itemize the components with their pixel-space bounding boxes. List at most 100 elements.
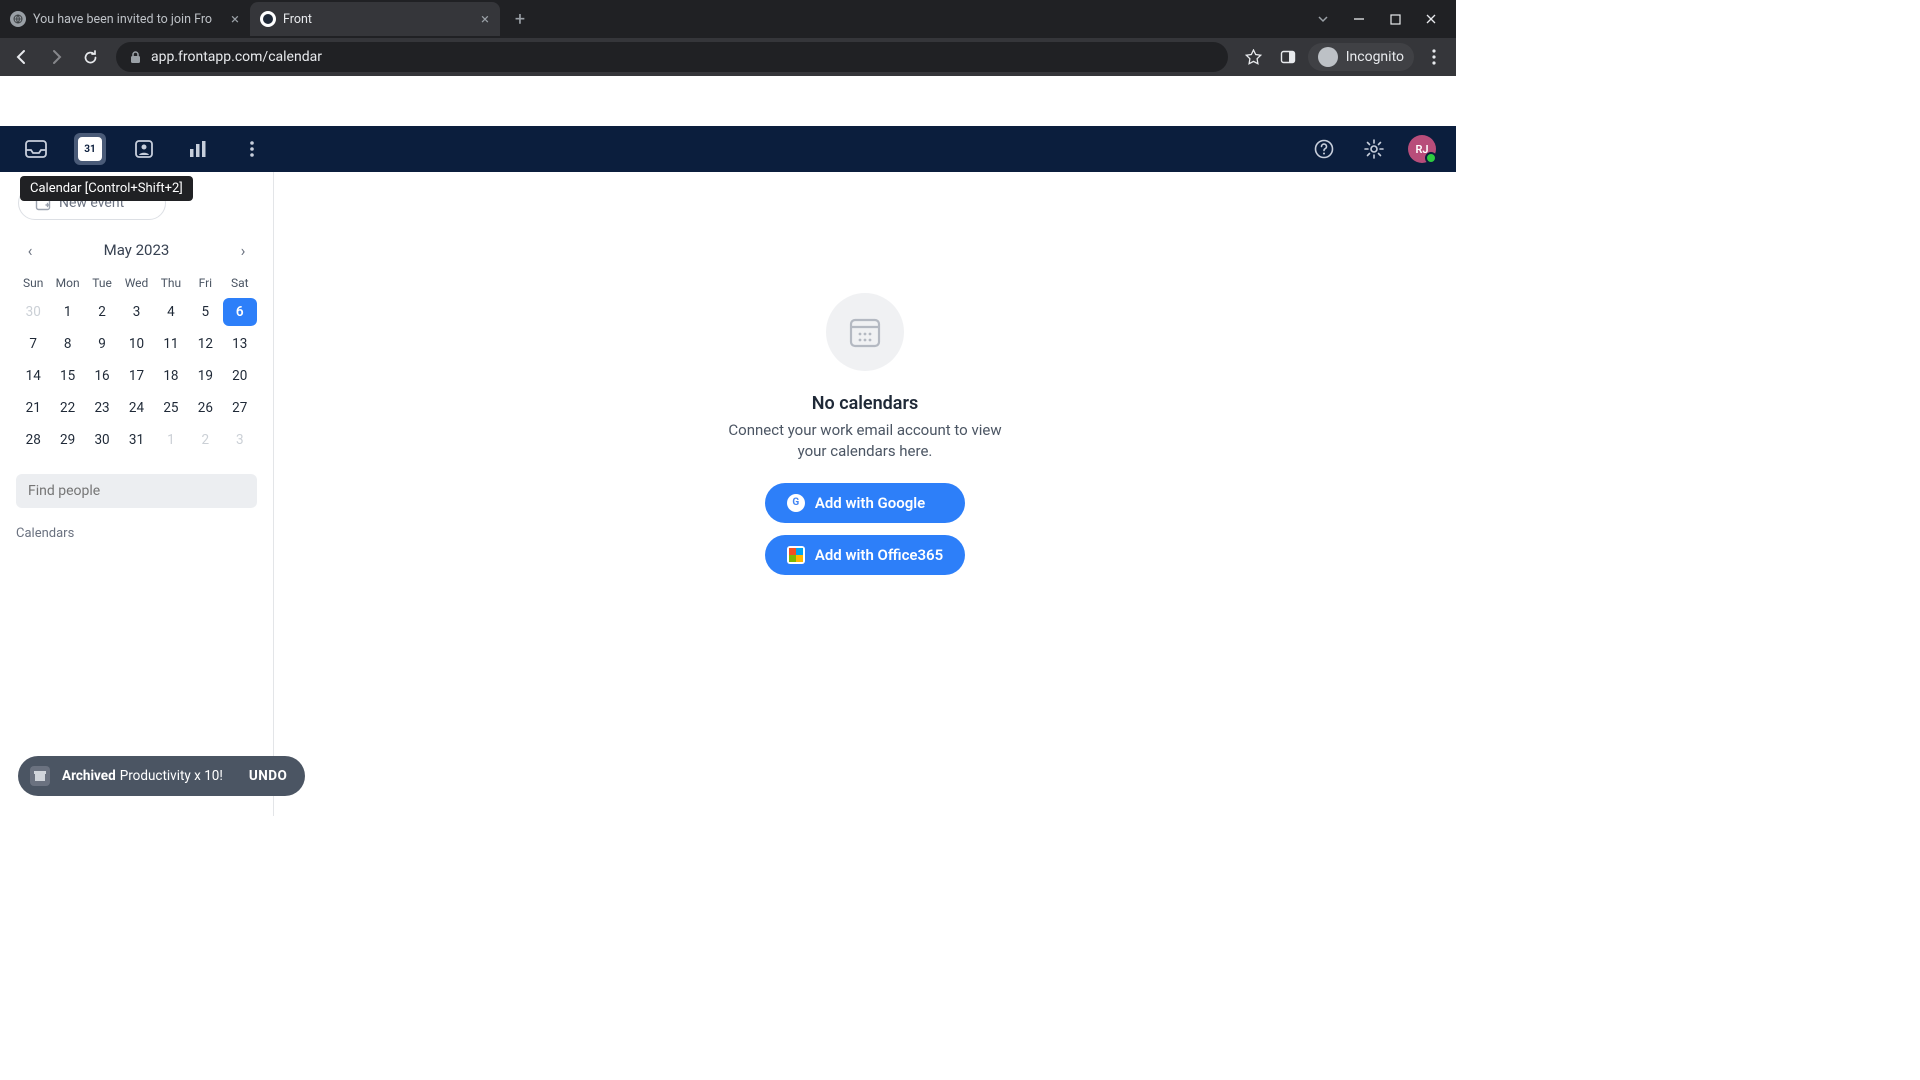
maximize-icon[interactable] — [1388, 12, 1402, 26]
help-icon[interactable] — [1308, 133, 1340, 165]
office365-icon — [787, 546, 805, 564]
month-label: May 2023 — [104, 241, 170, 259]
calendar-day[interactable]: 2 — [85, 298, 119, 326]
incognito-icon — [1318, 47, 1338, 67]
calendar-day[interactable]: 3 — [119, 298, 153, 326]
calendar-day[interactable]: 28 — [16, 426, 50, 454]
calendar-day[interactable]: 1 — [50, 298, 84, 326]
calendar-day[interactable]: 12 — [188, 330, 222, 358]
calendar-day-badge: 31 — [78, 137, 102, 161]
new-tab-button[interactable]: + — [506, 5, 534, 33]
empty-title: No calendars — [812, 393, 918, 414]
calendar-empty-icon — [826, 293, 904, 371]
calendar-nav-icon[interactable]: 31 — [74, 133, 106, 165]
calendar-day[interactable]: 7 — [16, 330, 50, 358]
globe-icon — [10, 11, 26, 27]
front-favicon-icon — [260, 11, 276, 27]
address-bar[interactable]: app.frontapp.com/calendar — [116, 42, 1228, 72]
add-google-button[interactable]: G Add with Google — [765, 483, 965, 523]
calendar-day[interactable]: 19 — [188, 362, 222, 390]
calendar-day[interactable]: 9 — [85, 330, 119, 358]
calendar-day[interactable]: 23 — [85, 394, 119, 422]
calendars-section-label: Calendars — [16, 526, 257, 541]
close-icon[interactable]: × — [230, 14, 240, 24]
calendar-day[interactable]: 17 — [119, 362, 153, 390]
incognito-label: Incognito — [1346, 49, 1404, 65]
calendar-day[interactable]: 24 — [119, 394, 153, 422]
browser-tab[interactable]: Front × — [250, 2, 500, 36]
avatar[interactable]: RJ — [1408, 135, 1436, 163]
add-office365-button[interactable]: Add with Office365 — [765, 535, 965, 575]
calendar-day[interactable]: 2 — [188, 426, 222, 454]
reload-button[interactable] — [76, 43, 104, 71]
browser-tab-strip: You have been invited to join Fro × Fron… — [0, 0, 1456, 38]
toast-message: ArchivedProductivity x 10! — [62, 768, 223, 784]
undo-button[interactable]: UNDO — [249, 768, 288, 784]
calendar-day[interactable]: 4 — [154, 298, 188, 326]
add-office365-label: Add with Office365 — [815, 546, 943, 564]
prev-month-button[interactable]: ‹ — [20, 240, 40, 260]
workspace: New event ‹ May 2023 › SunMonTueWedThuFr… — [0, 172, 1456, 816]
gear-icon[interactable] — [1358, 133, 1390, 165]
dow-label: Wed — [119, 272, 153, 294]
calendar-day[interactable]: 30 — [85, 426, 119, 454]
calendar-day[interactable]: 30 — [16, 298, 50, 326]
lock-icon — [130, 51, 141, 64]
dow-label: Fri — [188, 272, 222, 294]
dow-label: Mon — [50, 272, 84, 294]
calendar-day[interactable]: 18 — [154, 362, 188, 390]
back-button[interactable] — [8, 43, 36, 71]
kebab-menu-icon[interactable] — [1420, 43, 1448, 71]
bookmark-icon[interactable] — [1240, 43, 1268, 71]
calendar-day[interactable]: 6 — [223, 298, 257, 326]
calendar-day[interactable]: 15 — [50, 362, 84, 390]
find-people-input[interactable] — [16, 474, 257, 508]
window-controls — [1316, 12, 1456, 26]
calendar-day[interactable]: 16 — [85, 362, 119, 390]
calendar-day[interactable]: 3 — [223, 426, 257, 454]
tab-title: Front — [283, 12, 473, 27]
calendar-day[interactable]: 27 — [223, 394, 257, 422]
calendar-day[interactable]: 21 — [16, 394, 50, 422]
tooltip: Calendar [Control+Shift+2] — [20, 176, 193, 201]
calendar-day[interactable]: 20 — [223, 362, 257, 390]
content-gap — [0, 76, 1456, 126]
incognito-indicator[interactable]: Incognito — [1308, 43, 1414, 71]
calendar-day[interactable]: 11 — [154, 330, 188, 358]
add-google-label: Add with Google — [815, 494, 925, 512]
dow-label: Sat — [223, 272, 257, 294]
calendar-day[interactable]: 22 — [50, 394, 84, 422]
calendar-day[interactable]: 13 — [223, 330, 257, 358]
chevron-down-icon[interactable] — [1316, 12, 1330, 26]
inbox-nav-icon[interactable] — [20, 133, 52, 165]
dow-label: Thu — [154, 272, 188, 294]
calendar-day[interactable]: 26 — [188, 394, 222, 422]
panel-icon[interactable] — [1274, 43, 1302, 71]
tab-title: You have been invited to join Fro — [33, 12, 223, 27]
app-topbar: 31 RJ — [0, 126, 1456, 172]
mini-calendar: ‹ May 2023 › SunMonTueWedThuFriSat301234… — [16, 240, 257, 454]
analytics-nav-icon[interactable] — [182, 133, 214, 165]
sidebar: New event ‹ May 2023 › SunMonTueWedThuFr… — [0, 172, 274, 816]
calendar-day[interactable]: 5 — [188, 298, 222, 326]
main-empty-state: No calendars Connect your work email acc… — [274, 172, 1456, 816]
minimize-icon[interactable] — [1352, 12, 1366, 26]
calendar-day[interactable]: 1 — [154, 426, 188, 454]
calendar-day[interactable]: 14 — [16, 362, 50, 390]
browser-tab[interactable]: You have been invited to join Fro × — [0, 2, 250, 36]
calendar-day[interactable]: 31 — [119, 426, 153, 454]
calendar-day[interactable]: 8 — [50, 330, 84, 358]
dow-label: Sun — [16, 272, 50, 294]
contacts-nav-icon[interactable] — [128, 133, 160, 165]
empty-description: Connect your work email account to view … — [725, 420, 1005, 461]
more-nav-icon[interactable] — [236, 133, 268, 165]
calendar-day[interactable]: 25 — [154, 394, 188, 422]
archived-toast: ArchivedProductivity x 10! UNDO — [18, 756, 305, 796]
google-icon: G — [787, 494, 805, 512]
next-month-button[interactable]: › — [233, 240, 253, 260]
calendar-day[interactable]: 29 — [50, 426, 84, 454]
calendar-day[interactable]: 10 — [119, 330, 153, 358]
close-icon[interactable]: × — [480, 14, 490, 24]
close-window-icon[interactable] — [1424, 12, 1438, 26]
forward-button[interactable] — [42, 43, 70, 71]
